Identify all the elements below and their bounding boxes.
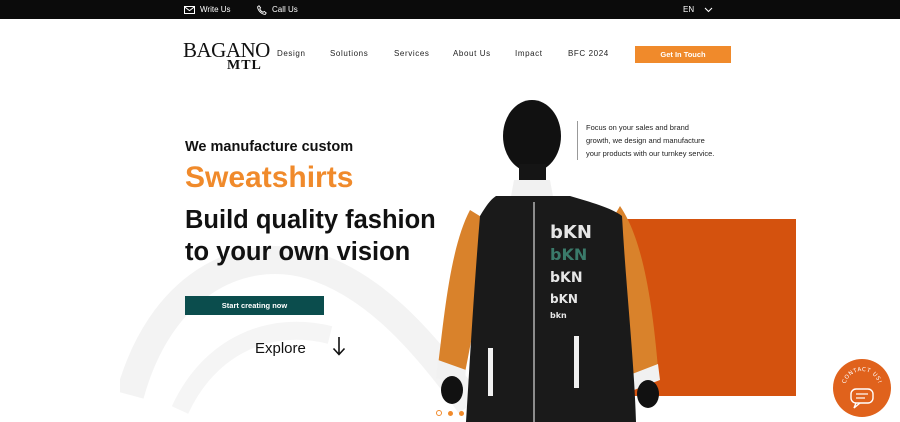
hero-title-line-1: Build quality fashion <box>185 206 436 234</box>
language-selector[interactable]: EN <box>683 0 713 19</box>
hero-product-name: Sweatshirts <box>185 161 354 194</box>
slider-dot-3[interactable] <box>459 410 464 416</box>
mail-icon <box>184 5 195 14</box>
print-text-4: bKN <box>550 292 578 306</box>
print-text-2: bKN <box>550 245 587 264</box>
logo-subtitle: MTL <box>227 58 262 73</box>
print-text-3: bKN <box>550 270 583 286</box>
phone-icon <box>257 4 267 15</box>
write-us-label: Write Us <box>200 5 231 14</box>
hero-subtitle: We manufacture custom <box>185 139 354 155</box>
start-creating-button[interactable]: Start creating now <box>185 296 324 315</box>
slider-dot-2[interactable] <box>448 410 453 416</box>
call-us-link[interactable]: Call Us <box>257 0 298 19</box>
print-text-1: bKN <box>550 222 592 243</box>
hero-title-line-2: to your own vision <box>185 238 411 266</box>
chevron-down-icon <box>704 7 713 13</box>
hero-title: Build quality fashion to your own vision <box>185 204 436 268</box>
print-text-5: bkn <box>550 311 567 320</box>
slider-pagination <box>436 410 464 416</box>
explore-link[interactable]: Explore <box>255 336 346 360</box>
nav-design[interactable]: Design <box>277 49 306 58</box>
explore-label: Explore <box>255 339 306 357</box>
brand-logo[interactable]: BAGANO MTL <box>183 38 270 74</box>
write-us-link[interactable]: Write Us <box>184 0 231 19</box>
arrow-down-icon <box>332 336 346 360</box>
mannequin-sweatshirt-image: bKN bKN bKN bKN bkn <box>436 100 660 422</box>
nav-services[interactable]: Services <box>394 49 429 58</box>
nav-about-us[interactable]: About Us <box>453 49 491 58</box>
get-in-touch-button[interactable]: Get In Touch <box>635 46 731 63</box>
call-us-label: Call Us <box>272 5 298 14</box>
contact-us-floating-button[interactable]: CONTACT US! <box>832 358 892 418</box>
language-label: EN <box>683 5 695 14</box>
slider-dot-1[interactable] <box>436 410 442 416</box>
nav-bfc-2024[interactable]: BFC 2024 <box>568 49 609 58</box>
nav-solutions[interactable]: Solutions <box>330 49 368 58</box>
nav-impact[interactable]: Impact <box>515 49 543 58</box>
top-bar: Write Us Call Us EN <box>0 0 900 19</box>
